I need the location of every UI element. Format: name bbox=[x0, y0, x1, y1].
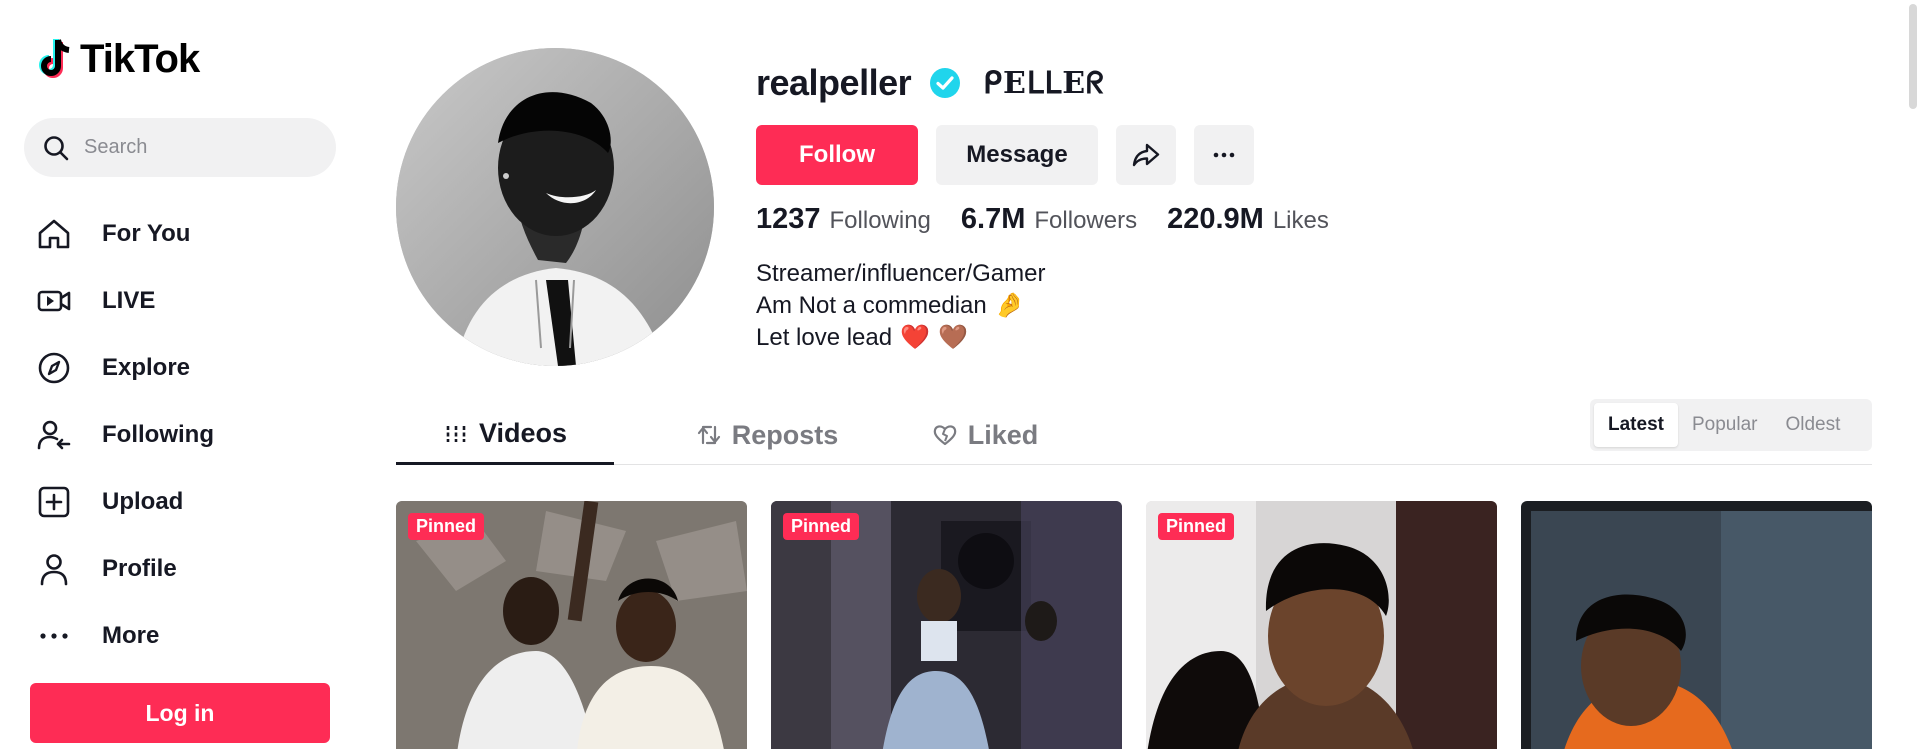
tab-reposts[interactable]: Reposts bbox=[658, 405, 876, 465]
profile-bio: Streamer/influencer/Gamer Am Not a comme… bbox=[756, 258, 1045, 354]
following-count: 1237 bbox=[756, 203, 821, 235]
likes-stat: 220.9M Likes bbox=[1167, 203, 1329, 236]
tab-liked[interactable]: Liked bbox=[876, 405, 1094, 465]
followers-label: Followers bbox=[1034, 207, 1138, 234]
profile-title-row: realpeller ᑭEᒪᒪEᖇ bbox=[756, 62, 1105, 104]
search-box[interactable] bbox=[24, 118, 336, 177]
nav-item-following[interactable]: Following bbox=[34, 401, 214, 468]
pinned-badge: Pinned bbox=[1158, 513, 1235, 540]
bio-line-text: Let love lead bbox=[756, 324, 893, 351]
nav-item-label: More bbox=[102, 621, 160, 649]
nav-item-explore[interactable]: Explore bbox=[34, 334, 214, 401]
bio-line: Let love lead ❤️ 🤎 bbox=[756, 322, 1045, 354]
likes-count: 220.9M bbox=[1167, 203, 1264, 235]
tab-label: Liked bbox=[967, 419, 1039, 450]
video-card[interactable]: Pinned bbox=[1146, 501, 1497, 749]
video-card[interactable] bbox=[1521, 501, 1872, 749]
nav-item-upload[interactable]: Upload bbox=[34, 468, 214, 535]
sort-latest[interactable]: Latest bbox=[1594, 403, 1678, 447]
nav-item-label: Upload bbox=[102, 487, 184, 515]
bio-line-text: Am Not a commedian bbox=[756, 292, 987, 319]
pinned-badge: Pinned bbox=[408, 513, 485, 540]
login-button[interactable]: Log in bbox=[30, 683, 330, 743]
nav-item-for-you[interactable]: For You bbox=[34, 200, 214, 267]
tiktok-logo[interactable]: TikTok bbox=[34, 36, 200, 82]
likes-label: Likes bbox=[1272, 207, 1329, 234]
profile-stats: 1237 Following 6.7M Followers 220.9M Lik… bbox=[756, 203, 1359, 236]
plus-square-icon bbox=[34, 482, 74, 522]
more-dots-icon bbox=[34, 616, 74, 656]
follow-button[interactable]: Follow bbox=[756, 125, 918, 185]
logo-wordmark: TikTok bbox=[80, 36, 200, 81]
brown-heart-emoji: 🤎 bbox=[938, 324, 968, 351]
sort-popular[interactable]: Popular bbox=[1678, 403, 1772, 447]
share-icon bbox=[1132, 143, 1160, 167]
tab-label: Videos bbox=[478, 418, 568, 448]
bio-line-text: Streamer/influencer/Gamer bbox=[756, 260, 1046, 287]
verified-badge-icon bbox=[930, 68, 961, 98]
scrollbar-thumb[interactable] bbox=[1909, 4, 1917, 109]
profile-username: realpeller bbox=[756, 62, 912, 103]
user-following-icon bbox=[34, 415, 74, 455]
video-grid: Pinned Pinned Pinned bbox=[396, 501, 1872, 749]
following-label: Following bbox=[829, 207, 931, 234]
followers-count: 6.7M bbox=[960, 203, 1026, 235]
repost-icon bbox=[697, 425, 720, 445]
video-card[interactable]: Pinned bbox=[396, 501, 747, 749]
video-thumbnail bbox=[1521, 501, 1872, 749]
video-card[interactable]: Pinned bbox=[771, 501, 1122, 749]
profile-nickname: ᑭEᒪᒪEᖇ bbox=[983, 65, 1105, 101]
avatar bbox=[396, 48, 714, 366]
sidebar: TikTok For You LIVE Explore bbox=[0, 0, 360, 749]
sort-toggle: Latest Popular Oldest bbox=[1590, 399, 1872, 451]
nav-item-label: LIVE bbox=[102, 286, 156, 314]
main-nav: For You LIVE Explore Following Upload Pr… bbox=[34, 200, 214, 669]
tiktok-logo-icon bbox=[39, 39, 70, 78]
search-input[interactable] bbox=[84, 136, 314, 159]
nav-item-live[interactable]: LIVE bbox=[34, 267, 214, 334]
home-icon bbox=[34, 214, 74, 254]
pinned-badge: Pinned bbox=[783, 513, 860, 540]
share-button[interactable] bbox=[1116, 125, 1176, 185]
message-button[interactable]: Message bbox=[936, 125, 1098, 185]
tab-videos[interactable]: Videos bbox=[396, 405, 614, 465]
nav-item-profile[interactable]: Profile bbox=[34, 535, 214, 602]
pinched-fingers-emoji: 🤌 bbox=[994, 292, 1025, 319]
liked-heart-icon bbox=[933, 425, 957, 446]
nav-item-label: For You bbox=[102, 219, 191, 247]
following-stat[interactable]: 1237 Following bbox=[756, 203, 931, 236]
nav-item-more[interactable]: More bbox=[34, 602, 214, 669]
compass-icon bbox=[34, 348, 74, 388]
person-icon bbox=[34, 549, 74, 589]
page-scrollbar[interactable] bbox=[1906, 0, 1920, 749]
nav-item-label: Profile bbox=[102, 554, 177, 582]
red-heart-emoji: ❤️ bbox=[900, 324, 930, 351]
avatar-photo bbox=[396, 48, 714, 366]
nav-item-label: Explore bbox=[102, 353, 191, 381]
bio-line: Streamer/influencer/Gamer bbox=[756, 258, 1045, 290]
live-camera-icon bbox=[34, 281, 74, 321]
sort-oldest[interactable]: Oldest bbox=[1771, 403, 1854, 447]
search-icon bbox=[44, 135, 69, 160]
nav-item-label: Following bbox=[102, 420, 214, 448]
videos-grid-icon bbox=[446, 425, 466, 442]
bio-line: Am Not a commedian 🤌 bbox=[756, 290, 1045, 322]
followers-stat[interactable]: 6.7M Followers bbox=[961, 203, 1137, 236]
more-dots-icon bbox=[1213, 152, 1235, 158]
more-options-button[interactable] bbox=[1194, 125, 1254, 185]
tab-label: Reposts bbox=[731, 419, 839, 450]
profile-actions: Follow Message bbox=[756, 125, 1254, 185]
